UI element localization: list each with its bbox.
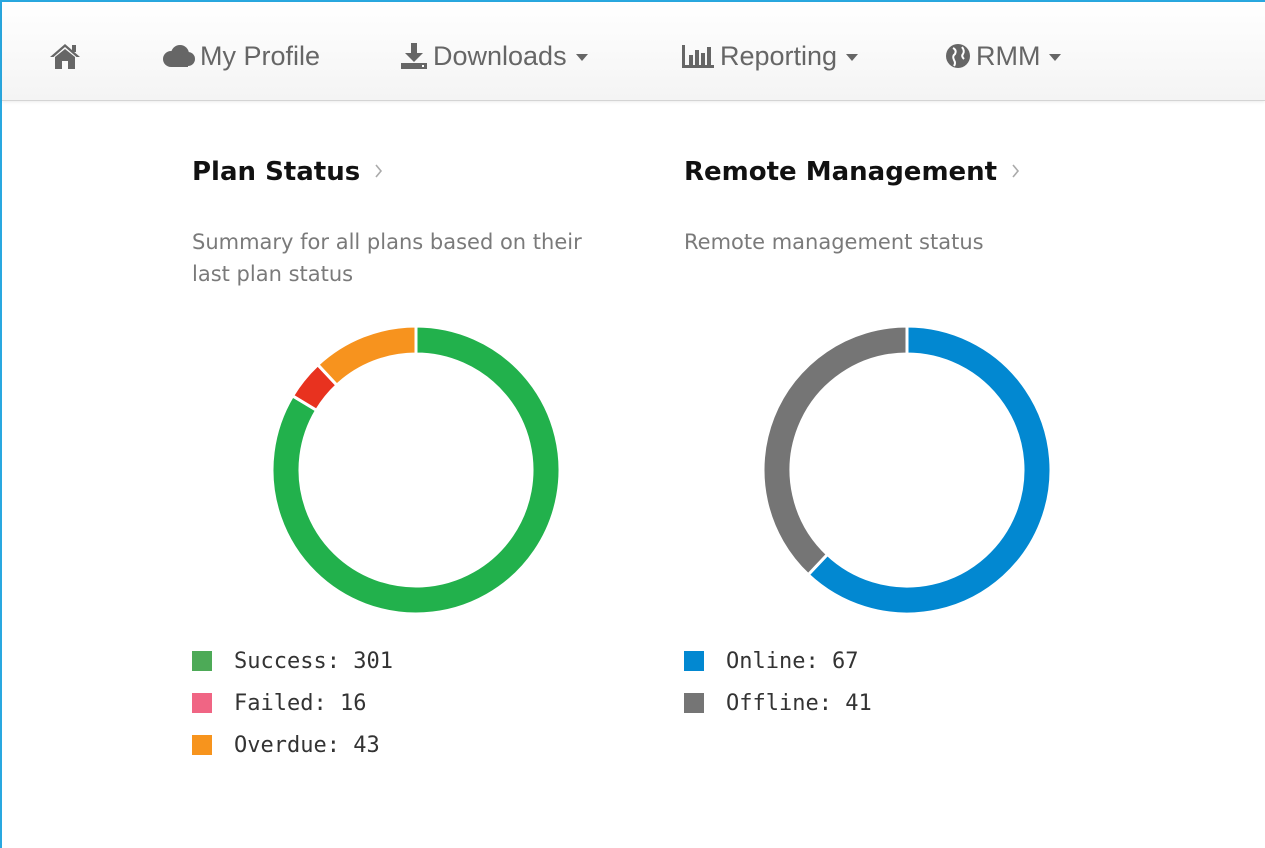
nav-downloads[interactable]: Downloads xyxy=(399,36,588,76)
remote-management-subtitle: Remote management status xyxy=(684,230,984,254)
legend-item-offline: Offline: 41 xyxy=(684,682,872,724)
top-navbar: My Profile Downloads Reporting RMM xyxy=(2,2,1265,101)
nav-downloads-label: Downloads xyxy=(433,40,567,71)
remote-management-title-link[interactable]: Remote Management xyxy=(684,150,1124,194)
remote-management-card: Remote Management Remote management stat… xyxy=(684,150,1124,258)
plan-status-subtitle: Summary for all plans based on their las… xyxy=(192,230,582,286)
legend-label-online: Online: 67 xyxy=(726,648,859,674)
legend-swatch-success xyxy=(192,651,212,671)
app-frame xyxy=(0,0,1265,848)
chevron-right-icon xyxy=(1011,157,1021,187)
plan-status-legend: Success: 301 Failed: 16 Overdue: 43 xyxy=(192,640,393,766)
chevron-down-icon xyxy=(1049,54,1062,61)
download-icon xyxy=(399,42,429,70)
legend-swatch-offline xyxy=(684,693,704,713)
remote-management-donut-chart xyxy=(761,324,1053,616)
legend-item-success: Success: 301 xyxy=(192,640,393,682)
legend-label-offline: Offline: 41 xyxy=(726,690,872,716)
chevron-down-icon xyxy=(846,54,859,61)
plan-status-card: Plan Status Summary for all plans based … xyxy=(192,150,632,290)
nav-reporting-label: Reporting xyxy=(720,40,838,71)
legend-item-failed: Failed: 16 xyxy=(192,682,393,724)
remote-management-title: Remote Management xyxy=(684,157,998,187)
legend-swatch-online xyxy=(684,651,704,671)
nav-my-profile-label: My Profile xyxy=(200,40,321,71)
globe-icon xyxy=(944,42,972,70)
legend-label-overdue: Overdue: 43 xyxy=(234,732,380,758)
legend-label-failed: Failed: 16 xyxy=(234,690,367,716)
donut-slice-overdue[interactable] xyxy=(315,324,418,388)
home-icon xyxy=(48,42,82,70)
nav-rmm[interactable]: RMM xyxy=(944,36,1062,76)
nav-home[interactable] xyxy=(48,36,86,76)
chevron-down-icon xyxy=(575,54,588,61)
bar-chart-icon xyxy=(680,42,716,70)
legend-item-online: Online: 67 xyxy=(684,640,872,682)
cloud-icon xyxy=(160,44,196,68)
plan-status-title: Plan Status xyxy=(192,157,361,187)
legend-swatch-failed xyxy=(192,693,212,713)
legend-swatch-overdue xyxy=(192,735,212,755)
nav-my-profile[interactable]: My Profile xyxy=(160,36,320,76)
nav-reporting[interactable]: Reporting xyxy=(680,36,859,76)
donut-slice-offline[interactable] xyxy=(761,324,909,577)
remote-management-legend: Online: 67 Offline: 41 xyxy=(684,640,872,724)
legend-item-overdue: Overdue: 43 xyxy=(192,724,393,766)
chevron-right-icon xyxy=(374,157,384,187)
nav-rmm-label: RMM xyxy=(976,40,1041,71)
plan-status-donut-chart xyxy=(270,324,562,616)
plan-status-title-link[interactable]: Plan Status xyxy=(192,150,632,194)
legend-label-success: Success: 301 xyxy=(234,648,393,674)
